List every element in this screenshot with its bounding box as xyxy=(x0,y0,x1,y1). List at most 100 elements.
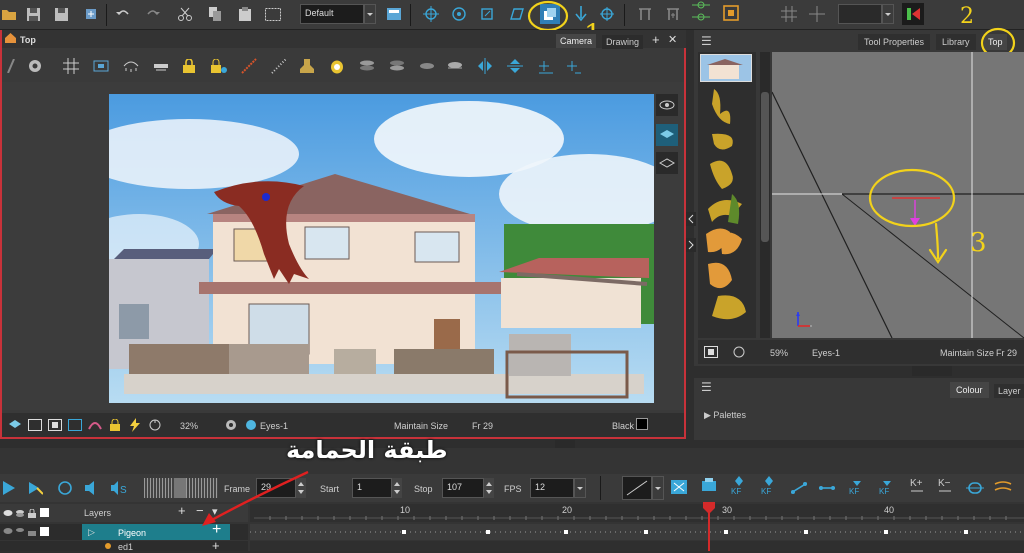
layer-single-icon[interactable] xyxy=(446,57,464,75)
motion-dots-icon[interactable] xyxy=(270,57,288,75)
onion-skin-toggle-icon[interactable] xyxy=(966,479,984,497)
chevron-down-icon[interactable] xyxy=(364,4,376,24)
redo-icon[interactable] xyxy=(144,5,162,23)
grid-icon[interactable] xyxy=(62,57,80,75)
preset-dropdown[interactable]: Default xyxy=(300,4,364,24)
clock-icon[interactable] xyxy=(328,57,346,75)
collapse-left-icon[interactable] xyxy=(686,212,696,226)
drawing-tool-icon[interactable] xyxy=(2,57,20,75)
transform-tool-icon[interactable] xyxy=(422,5,440,23)
top-zoom-level[interactable]: 59% xyxy=(770,348,788,358)
reset-icon[interactable] xyxy=(730,343,748,361)
keyframe-down-icon[interactable]: KF xyxy=(848,476,866,494)
expand-arrow-icon[interactable]: ▷ xyxy=(88,527,95,538)
add-keyframe-icon[interactable]: KF xyxy=(730,476,748,494)
preview-icon[interactable] xyxy=(66,416,84,434)
light-table-icon[interactable] xyxy=(152,57,170,75)
lock-small-icon[interactable] xyxy=(106,416,124,434)
layer-down-icon[interactable] xyxy=(388,57,406,75)
copy-icon[interactable] xyxy=(206,5,224,23)
fps-dropdown[interactable]: 12 xyxy=(530,478,574,498)
color-swatch-field[interactable] xyxy=(838,4,882,24)
background-color-swatch[interactable] xyxy=(636,418,648,430)
layer-colour-swatch[interactable] xyxy=(40,527,49,536)
flip-horizontal-icon[interactable] xyxy=(476,57,494,75)
tab-tool-properties[interactable]: Tool Properties xyxy=(858,34,931,50)
palettes-expander[interactable]: ▶ Palettes xyxy=(704,410,746,421)
import-icon[interactable] xyxy=(82,5,100,23)
paste-icon[interactable] xyxy=(236,5,254,23)
grid-icon[interactable] xyxy=(780,5,798,23)
add-view-button[interactable]: + xyxy=(652,32,660,47)
lock-icon[interactable] xyxy=(26,504,38,522)
eye-icon[interactable] xyxy=(2,524,14,538)
sound-scrub-icon[interactable]: S xyxy=(110,479,128,497)
pivot-add-icon[interactable] xyxy=(536,57,554,75)
menu-icon[interactable]: ☰ xyxy=(701,380,712,394)
bounding-box-icon[interactable] xyxy=(722,4,740,22)
collapse-right-icon[interactable] xyxy=(686,238,696,252)
save-as-icon[interactable] xyxy=(52,5,70,23)
motion-path-icon[interactable] xyxy=(240,57,258,75)
onion-skin-icon[interactable] xyxy=(122,57,140,75)
safe-frame-icon[interactable] xyxy=(46,416,64,434)
remove-keyframe-icon[interactable]: KF xyxy=(760,476,778,494)
select-all-icon[interactable] xyxy=(264,5,282,23)
thumbnail-scene[interactable] xyxy=(700,54,752,82)
top-maintain-size[interactable]: Maintain Size xyxy=(940,348,994,358)
render-icon[interactable] xyxy=(700,476,718,494)
save-icon[interactable] xyxy=(24,5,42,23)
layer-name-pigeon[interactable]: Pigeon xyxy=(118,528,146,538)
gear-icon[interactable] xyxy=(26,57,44,75)
layers-outline-icon[interactable] xyxy=(656,152,678,174)
lock-icon[interactable] xyxy=(26,524,38,538)
tab-layer[interactable]: Layer xyxy=(994,384,1024,398)
stop-motion-keyframe-icon[interactable] xyxy=(818,479,836,497)
tab-drawing[interactable]: Drawing xyxy=(602,35,644,49)
lightning-icon[interactable] xyxy=(126,416,144,434)
playhead-handle[interactable] xyxy=(703,502,715,514)
camera-zoom-level[interactable]: 32% xyxy=(180,421,198,431)
motion-lines-icon[interactable] xyxy=(994,478,1012,496)
cut-icon[interactable] xyxy=(176,5,194,23)
gear-icon[interactable] xyxy=(222,416,240,434)
pivot-subtract-icon[interactable] xyxy=(564,57,582,75)
add-plus-icon[interactable]: K+ xyxy=(908,476,926,494)
open-folder-icon[interactable] xyxy=(0,5,18,23)
layer-stack-icon[interactable] xyxy=(358,57,376,75)
flip-vertical-icon[interactable] xyxy=(506,57,524,75)
tab-library[interactable]: Library xyxy=(936,34,976,50)
safe-area-icon[interactable] xyxy=(92,57,110,75)
start-stepper-icon[interactable] xyxy=(392,478,402,498)
image-fix-icon[interactable] xyxy=(670,478,688,496)
close-icon[interactable]: ✕ xyxy=(668,33,677,46)
chevron-down-icon[interactable] xyxy=(652,476,664,500)
loop-icon[interactable] xyxy=(56,479,74,497)
stop-stepper-icon[interactable] xyxy=(484,478,494,498)
camera-maintain-size[interactable]: Maintain Size xyxy=(394,421,448,431)
undo-icon[interactable] xyxy=(114,5,132,23)
workspace-icon[interactable] xyxy=(385,5,403,23)
chevron-down-icon[interactable] xyxy=(574,478,586,498)
eye-icon[interactable] xyxy=(2,504,14,522)
onion-icon[interactable] xyxy=(86,416,104,434)
motion-keyframe-icon[interactable] xyxy=(790,479,808,497)
stamp-icon[interactable] xyxy=(298,57,316,75)
start-input[interactable]: 1 xyxy=(352,478,392,498)
thumbnail-scrollbar[interactable] xyxy=(760,52,770,338)
lock-add-icon[interactable] xyxy=(210,57,228,75)
peg-icon[interactable] xyxy=(636,5,654,23)
stop-input[interactable]: 107 xyxy=(442,478,484,498)
sound-icon[interactable] xyxy=(84,479,102,497)
keyframe-next-icon[interactable]: KF xyxy=(878,476,896,494)
tab-camera[interactable]: Camera xyxy=(556,34,597,48)
eye-icon[interactable] xyxy=(656,94,678,116)
flip-icon[interactable] xyxy=(902,3,924,25)
play-icon[interactable] xyxy=(0,479,18,497)
keyframe-line-icon[interactable] xyxy=(692,1,710,21)
splitter-handle[interactable] xyxy=(912,366,952,376)
rotate-tool-icon[interactable] xyxy=(450,5,468,23)
peg-add-icon[interactable] xyxy=(664,5,682,23)
lock-icon[interactable] xyxy=(180,57,198,75)
ease-preset-dropdown[interactable] xyxy=(622,476,652,500)
